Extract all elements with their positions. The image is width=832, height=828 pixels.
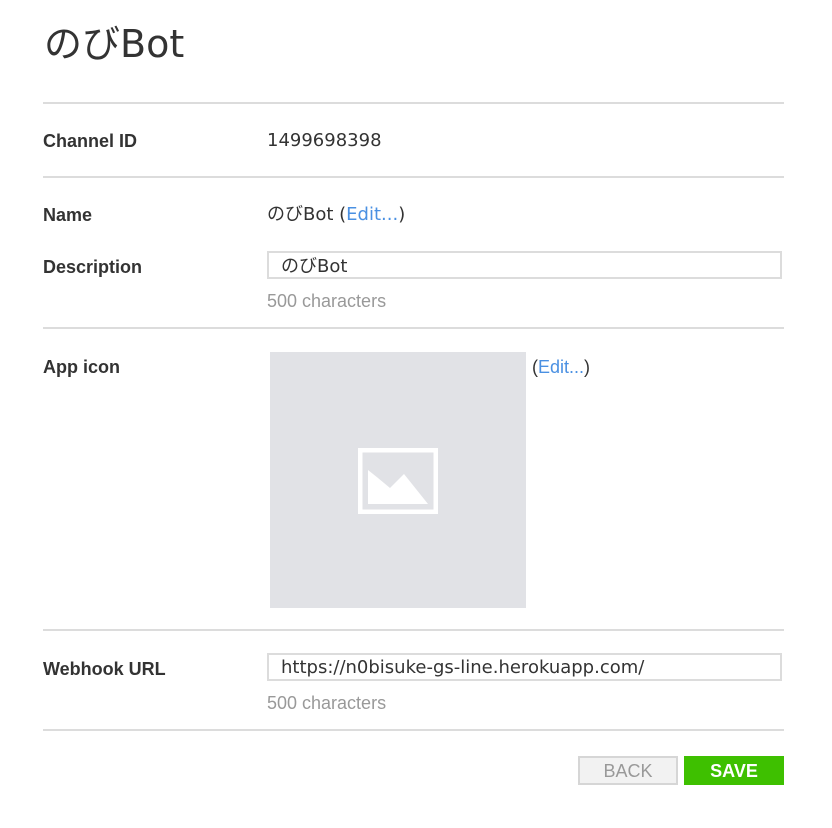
divider bbox=[43, 176, 784, 178]
page-title: のびBot bbox=[44, 22, 185, 66]
name-open-paren: ( bbox=[333, 204, 347, 225]
image-placeholder-icon bbox=[358, 448, 438, 514]
divider bbox=[43, 327, 784, 329]
app-icon-edit-link[interactable]: Edit... bbox=[538, 357, 584, 377]
name-edit-link[interactable]: Edit... bbox=[346, 204, 398, 225]
divider bbox=[43, 102, 784, 104]
app-icon-label: App icon bbox=[43, 357, 120, 377]
app-icon-close-paren: ) bbox=[584, 357, 591, 377]
name-close-paren: ) bbox=[398, 204, 406, 225]
channel-id-label: Channel ID bbox=[43, 131, 138, 151]
divider bbox=[43, 629, 784, 631]
webhook-char-hint: 500 characters bbox=[267, 693, 387, 713]
app-icon-edit-row: (Edit...) bbox=[532, 356, 590, 378]
name-row: のびBot (Edit...) bbox=[267, 204, 405, 226]
channel-settings-page: のびBot Channel ID 1499698398 Name のびBot (… bbox=[0, 0, 832, 828]
divider bbox=[43, 729, 784, 731]
description-char-hint: 500 characters bbox=[267, 291, 387, 311]
name-value: のびBot bbox=[267, 204, 334, 225]
webhook-url-label: Webhook URL bbox=[43, 659, 166, 679]
back-button[interactable]: BACK bbox=[578, 756, 678, 785]
save-button[interactable]: SAVE bbox=[684, 756, 784, 785]
webhook-url-input[interactable] bbox=[267, 653, 782, 681]
channel-id-value: 1499698398 bbox=[267, 130, 382, 151]
name-label: Name bbox=[43, 205, 93, 225]
app-icon-preview bbox=[270, 352, 526, 608]
description-label: Description bbox=[43, 257, 143, 277]
description-input[interactable] bbox=[267, 251, 782, 279]
